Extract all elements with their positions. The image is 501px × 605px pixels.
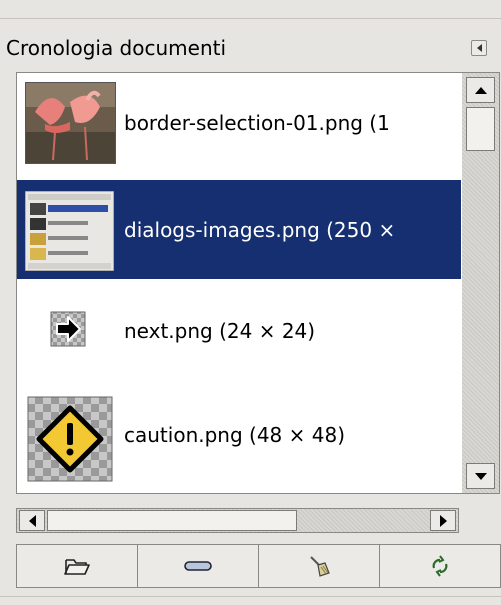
list-item[interactable]: next.png (24 × 24) bbox=[17, 287, 461, 386]
document-history-list: border-selection-01.png (1 dialogs-image… bbox=[16, 72, 500, 494]
horizontal-scroll-thumb[interactable] bbox=[47, 510, 297, 531]
remove-icon bbox=[184, 561, 212, 571]
action-toolbar bbox=[16, 544, 501, 588]
caution-sign-thumbnail bbox=[27, 396, 113, 482]
vertical-scrollbar[interactable] bbox=[462, 73, 499, 493]
horizontal-scrollbar[interactable] bbox=[16, 508, 459, 533]
item-label: next.png (24 × 24) bbox=[124, 319, 316, 343]
next-arrow-thumbnail bbox=[50, 311, 86, 347]
panel-title: Cronologia documenti bbox=[6, 36, 227, 60]
top-separator bbox=[0, 18, 501, 19]
dialog-screenshot-thumbnail bbox=[25, 191, 114, 271]
refresh-button[interactable] bbox=[379, 544, 501, 588]
clear-history-broom-icon bbox=[310, 556, 330, 577]
remove-button[interactable] bbox=[137, 544, 259, 588]
list-item-selected[interactable]: dialogs-images.png (250 × bbox=[17, 180, 461, 279]
open-button[interactable] bbox=[16, 544, 138, 588]
list-item[interactable]: border-selection-01.png (1 bbox=[17, 73, 461, 172]
scroll-down-button[interactable] bbox=[466, 463, 495, 489]
item-label: border-selection-01.png (1 bbox=[124, 111, 390, 135]
scroll-left-button[interactable] bbox=[19, 510, 45, 531]
item-label: caution.png (48 × 48) bbox=[124, 423, 345, 447]
open-folder-icon bbox=[64, 559, 90, 575]
refresh-icon bbox=[432, 555, 448, 577]
flamingo-photo-thumbnail bbox=[25, 82, 116, 164]
item-label: dialogs-images.png (250 × bbox=[124, 218, 396, 242]
tab-menu-button[interactable] bbox=[471, 40, 487, 56]
clear-history-button[interactable] bbox=[258, 544, 380, 588]
vertical-scroll-thumb[interactable] bbox=[466, 107, 495, 151]
scroll-right-button[interactable] bbox=[430, 510, 456, 531]
list-item[interactable]: caution.png (48 × 48) bbox=[17, 391, 461, 490]
list-viewport: border-selection-01.png (1 dialogs-image… bbox=[17, 73, 461, 493]
scroll-up-button[interactable] bbox=[466, 77, 495, 103]
bottom-separator bbox=[0, 596, 501, 597]
